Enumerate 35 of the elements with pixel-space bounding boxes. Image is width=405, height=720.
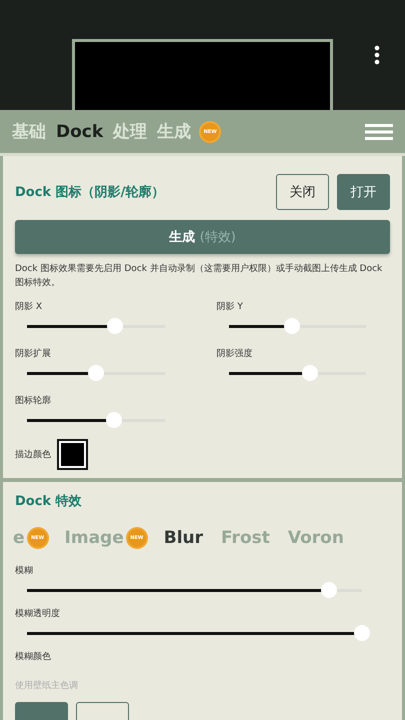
slider-thumb[interactable]	[106, 412, 122, 428]
slider-label: 阴影扩展	[15, 348, 52, 360]
slider-label: 模糊透明度	[15, 608, 61, 620]
slider-label: 阴影 Y	[216, 300, 244, 313]
effect-tab[interactable]: Frost	[221, 528, 270, 548]
blur-color-label: 模糊颜色	[15, 650, 52, 663]
more-icon[interactable]	[374, 45, 380, 65]
toggle-button[interactable]: 关闭	[276, 174, 329, 210]
slider-thumb[interactable]	[302, 364, 318, 380]
card-title: Dock 图标（阴影/轮廓）	[15, 184, 164, 201]
note-text: Dock 图标效果需要先启用 Dock 并自动录制（这需要用户权限）或手动截图上传生成 Dock 图标特效。	[15, 262, 384, 290]
slider-thumb[interactable]	[284, 318, 300, 334]
effect-tab[interactable]: Image	[64, 528, 124, 548]
slider-label: 阴影 X	[15, 300, 44, 313]
toggle-button[interactable]: 打开	[337, 174, 390, 210]
effect-tab[interactable]: Blur	[164, 528, 204, 548]
tab[interactable]: 生成	[157, 120, 198, 143]
tab[interactable]: Dock	[56, 122, 110, 142]
menu-icon[interactable]	[365, 124, 393, 140]
stroke-color-label: 描边颜色	[15, 448, 51, 461]
hint-text: 使用壁纸主色调	[15, 680, 79, 692]
slider-label: 图标轮廓	[15, 394, 52, 407]
slider-thumb[interactable]	[320, 582, 336, 598]
card-title: Dock 特效	[15, 493, 83, 510]
tab[interactable]: 处理	[113, 120, 154, 143]
slider-label: 阴影强度	[216, 348, 254, 360]
slider-label: 模糊	[15, 564, 34, 577]
generate-button[interactable]: 生成 (特效)	[15, 220, 390, 254]
slider-thumb[interactable]	[88, 364, 104, 380]
effect-tab[interactable]: e	[13, 528, 25, 548]
slider-thumb[interactable]	[354, 624, 370, 640]
slider-thumb[interactable]	[107, 318, 123, 334]
tab[interactable]: 基础	[12, 120, 52, 143]
effect-tab[interactable]: Voron	[288, 528, 344, 548]
color-swatch[interactable]	[59, 441, 86, 468]
